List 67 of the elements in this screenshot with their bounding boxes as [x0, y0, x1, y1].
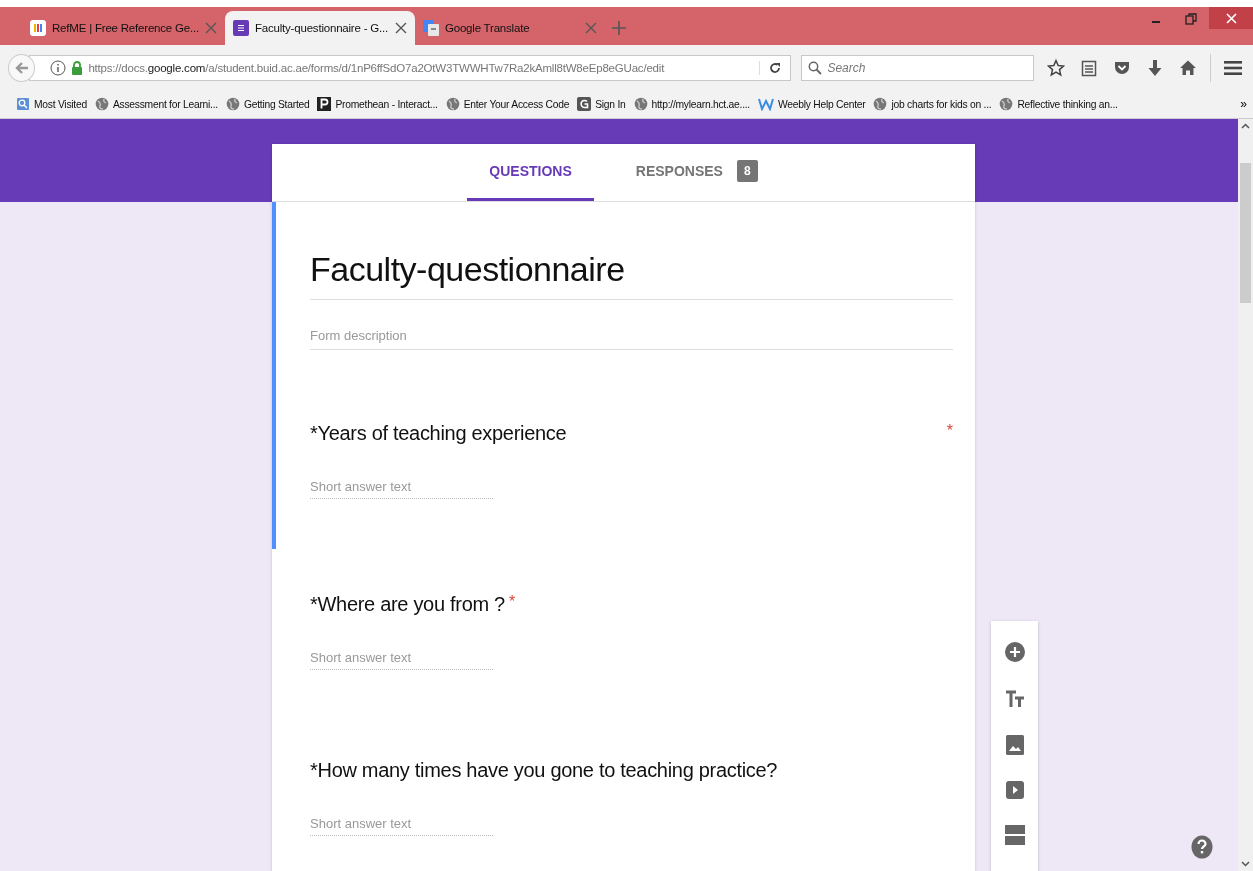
- question-section[interactable]: *Where are you from ? * Short answer text: [272, 549, 975, 715]
- home-icon[interactable]: [1179, 58, 1197, 77]
- bookmark-folder-icon[interactable]: [16, 97, 30, 111]
- star-icon[interactable]: [1047, 58, 1065, 77]
- url-text: https://docs.google.com/a/student.buid.ac.ae/forms/d/1nP6ffSdO7a2OtW3TWWHTw7Ra2kAmll8tW8eEp8eGUac/edit: [88, 61, 665, 74]
- scrollbar-thumb[interactable]: [1240, 163, 1251, 303]
- browser-tab[interactable]: Google Translate: [414, 11, 605, 45]
- address-bar[interactable]: https://docs.google.com/a/student.buid.ac.ae/forms/d/1nP6ffSdO7a2OtW3TWWHTw7Ra2kAmll8tW8eEp8eGUac/edit: [29, 54, 792, 81]
- bookmark-link[interactable]: Reflective thinking an...: [1017, 98, 1118, 110]
- globe-icon[interactable]: [445, 97, 460, 111]
- rounded-tile-icon[interactable]: [577, 97, 592, 111]
- close-window-button[interactable]: [1209, 7, 1253, 29]
- bookmark-link[interactable]: Assessment for Learni...: [112, 98, 218, 110]
- bookmark-link[interactable]: Sign In: [595, 98, 626, 110]
- form-title[interactable]: Faculty-questionnaire: [310, 250, 953, 300]
- form-tab[interactable]: QUESTIONS: [467, 144, 594, 201]
- back-arrow-icon: [14, 60, 29, 75]
- text-size-icon[interactable]: [1004, 689, 1025, 709]
- globe-icon[interactable]: [873, 97, 888, 111]
- form-icon: [232, 20, 249, 36]
- globe-icon[interactable]: [94, 97, 109, 111]
- more-bookmarks-button[interactable]: »: [1240, 97, 1247, 111]
- info-icon[interactable]: [50, 59, 67, 76]
- browser-tab[interactable]: Faculty-questionnaire - G...: [224, 11, 415, 45]
- bookmark-link[interactable]: Promethean - Interact...: [335, 98, 438, 110]
- bookmark-link[interactable]: Enter Your Access Code: [463, 98, 570, 110]
- scroll-up-icon[interactable]: [1241, 123, 1250, 129]
- search-icon: [808, 60, 823, 75]
- letter-tile-icon[interactable]: [317, 97, 332, 111]
- globe-icon[interactable]: [633, 97, 648, 111]
- bookmark-link[interactable]: http://mylearn.hct.ae....: [651, 98, 750, 110]
- w-mark-icon[interactable]: [758, 97, 774, 111]
- required-mark: *: [508, 593, 516, 611]
- image-icon[interactable]: [1005, 735, 1024, 755]
- scroll-down-icon[interactable]: [1241, 861, 1250, 867]
- color-bars-icon: [30, 20, 46, 36]
- browser-tab[interactable]: RefME | Free Reference Ge...: [22, 11, 225, 45]
- add-question-icon[interactable]: [1003, 641, 1026, 663]
- bookmark-link[interactable]: Getting Started: [243, 98, 310, 110]
- question-text: *Where are you from ?: [310, 593, 505, 616]
- globe-icon[interactable]: [225, 97, 240, 111]
- clipboard-icon[interactable]: [1081, 58, 1097, 77]
- bookmark-link[interactable]: job charts for kids on ...: [891, 98, 992, 110]
- globe-icon[interactable]: [999, 97, 1014, 111]
- translate-icon: [422, 20, 439, 36]
- question-section[interactable]: *How many times have you gone to teaching practice? Short answer text: [272, 715, 975, 871]
- question-text: *Years of teaching experience: [310, 422, 567, 445]
- question-text: *How many times have you gone to teaching practice?: [310, 759, 778, 782]
- close-icon[interactable]: [394, 22, 407, 34]
- question-section[interactable]: *Years of teaching experience * Short answer text: [272, 378, 975, 549]
- bookmark-link[interactable]: Weebly Help Center: [778, 98, 866, 110]
- required-mark: *: [946, 422, 953, 440]
- restore-icon[interactable]: [1185, 13, 1197, 25]
- close-icon: [1225, 12, 1237, 24]
- play-icon[interactable]: [1005, 781, 1024, 799]
- bookmark-link[interactable]: Most Visited: [34, 98, 87, 110]
- search-bar[interactable]: Search: [801, 54, 1034, 81]
- reload-icon[interactable]: [759, 60, 783, 75]
- download-icon[interactable]: [1147, 58, 1163, 77]
- menu-icon[interactable]: [1224, 59, 1242, 76]
- form-tab[interactable]: RESPONSES 8: [613, 144, 780, 201]
- back-button[interactable]: [8, 53, 36, 82]
- count-badge: 8: [736, 160, 758, 182]
- section-icon[interactable]: [1004, 825, 1025, 845]
- lock-icon: [71, 60, 84, 75]
- scrollbar[interactable]: [1238, 119, 1253, 871]
- help-icon[interactable]: [1191, 835, 1213, 859]
